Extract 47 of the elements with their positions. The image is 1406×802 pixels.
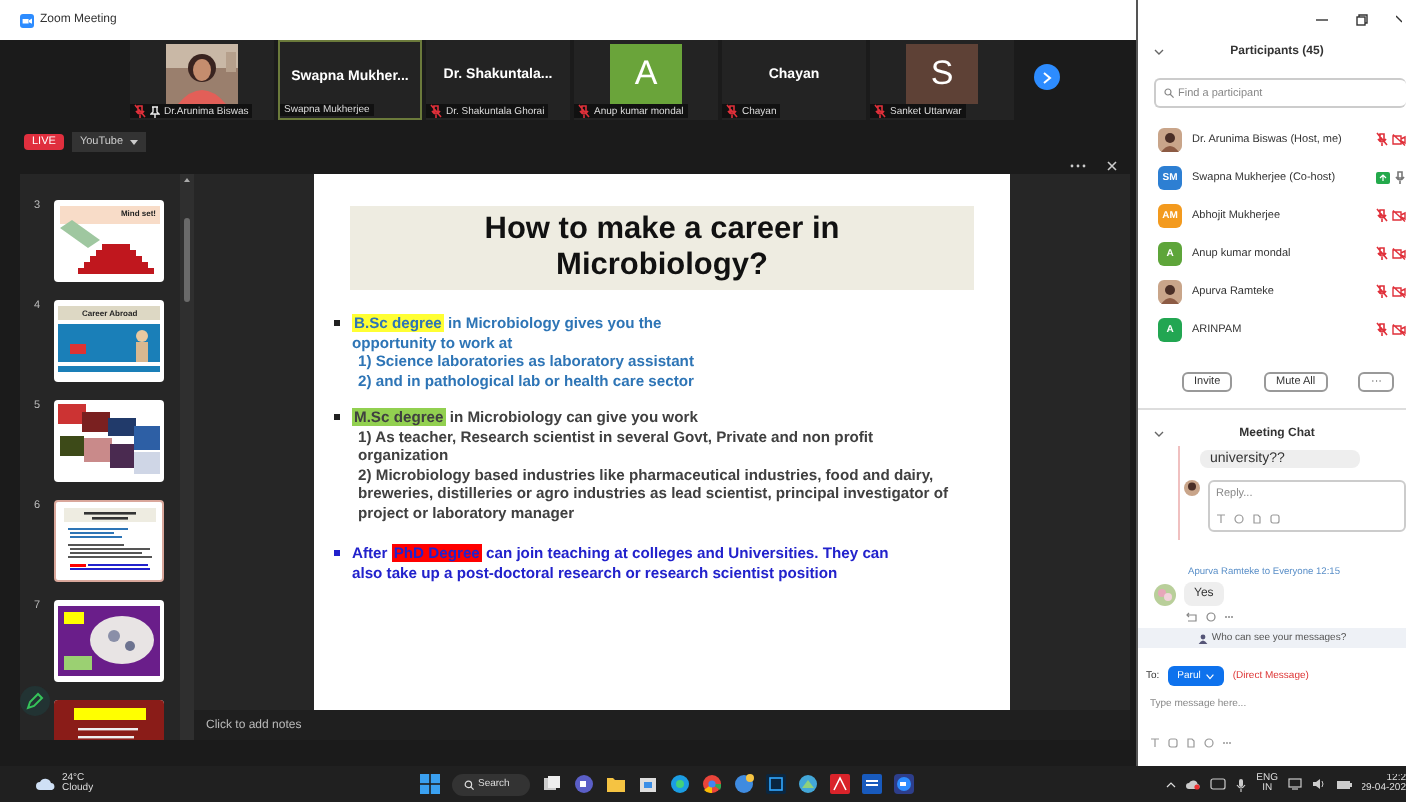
- next-page-button[interactable]: [1034, 64, 1060, 90]
- search-icon: [1164, 88, 1174, 98]
- slide-thumbnail[interactable]: [54, 600, 164, 682]
- document-icon[interactable]: [861, 774, 882, 794]
- person-icon: [1197, 633, 1208, 643]
- avatar: [1158, 127, 1182, 151]
- slide-title: How to make a career in Microbiology?: [482, 212, 842, 284]
- chevron-down-icon[interactable]: [1154, 430, 1164, 438]
- annotate-button[interactable]: [20, 686, 50, 716]
- task-view-icon[interactable]: [541, 774, 562, 794]
- caret-icon: [1206, 673, 1215, 679]
- avatar: [1158, 279, 1182, 303]
- bullet-icon: [334, 550, 340, 556]
- browser-icon[interactable]: [669, 774, 690, 794]
- bullet-icon: [334, 414, 340, 420]
- search-icon: [464, 779, 474, 789]
- reply-icon[interactable]: [1186, 612, 1198, 622]
- volume-icon[interactable]: [1312, 778, 1326, 790]
- caret-icon: [129, 139, 138, 145]
- slide-preview-drawing: [54, 600, 164, 682]
- browser-icon[interactable]: [733, 774, 754, 794]
- pencil-icon: [26, 692, 44, 710]
- bullet-icon: [334, 320, 340, 326]
- chevron-up-icon[interactable]: [1166, 780, 1177, 788]
- slide-thumbnail[interactable]: [54, 500, 164, 582]
- slide-thumbnail[interactable]: [54, 400, 164, 482]
- more-icon[interactable]: [1070, 160, 1086, 172]
- avatar: A: [610, 44, 682, 104]
- folder-icon[interactable]: [605, 774, 626, 794]
- minimize-icon[interactable]: [1316, 14, 1328, 26]
- store-icon[interactable]: [637, 774, 658, 794]
- chevron-down-icon[interactable]: [1154, 48, 1164, 56]
- avatar: S: [906, 44, 978, 104]
- cloud-icon: [36, 778, 56, 790]
- video-chat-icon[interactable]: [573, 774, 594, 794]
- windows-start-icon[interactable]: [420, 774, 440, 794]
- chrome-icon[interactable]: [701, 774, 722, 794]
- cloud-icon[interactable]: [1186, 778, 1201, 790]
- photos-icon[interactable]: [797, 774, 818, 794]
- restore-icon[interactable]: [1356, 14, 1368, 26]
- avatar: [1154, 583, 1176, 605]
- battery-icon[interactable]: [1336, 779, 1352, 789]
- avatar: [1184, 480, 1200, 496]
- microphone-icon[interactable]: [1236, 777, 1247, 791]
- video-meeting-icon[interactable]: [893, 774, 914, 794]
- zoom-logo-icon: [20, 13, 34, 27]
- chevron-right-icon: [1042, 71, 1052, 83]
